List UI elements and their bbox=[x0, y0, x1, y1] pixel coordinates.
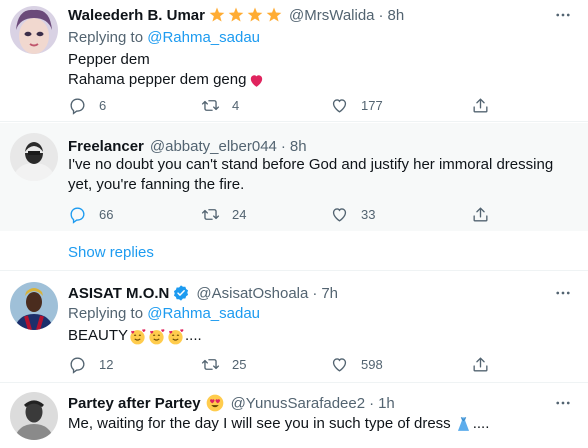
separator-dot: · bbox=[378, 6, 384, 24]
retweet-button[interactable]: 25 bbox=[201, 353, 246, 375]
user-handle[interactable]: @abbaty_elber044 bbox=[150, 138, 277, 155]
like-button[interactable]: 598 bbox=[330, 353, 383, 375]
retweet-button[interactable]: 4 bbox=[201, 94, 239, 116]
user-handle[interactable]: @MrsWalida bbox=[289, 7, 375, 24]
star-emojis bbox=[208, 6, 283, 24]
tweet-text-ellipsis: .... bbox=[185, 327, 202, 344]
retweet-icon bbox=[201, 358, 220, 370]
tweet-header: ASISAT M.O.N @AsisatOshoala · 7h bbox=[68, 282, 548, 304]
heart-emoji-icon bbox=[251, 74, 263, 87]
share-icon bbox=[473, 206, 488, 222]
retweet-count: 25 bbox=[232, 356, 247, 372]
tweet-header: Waleederh B. Umar @MrsWalida · 8h bbox=[68, 4, 548, 26]
smiling-face-hearts-emoji-icon bbox=[130, 328, 146, 344]
reply-icon bbox=[70, 206, 85, 224]
display-name[interactable]: Waleederh B. Umar bbox=[68, 7, 205, 24]
verified-badge-icon bbox=[174, 285, 189, 301]
user-handle[interactable]: @YunusSarafadee2 bbox=[231, 395, 366, 412]
more-icon[interactable] bbox=[552, 282, 574, 304]
smiling-face-hearts-emoji-icon bbox=[168, 328, 184, 344]
tweet-text-word: BEAUTY bbox=[68, 327, 129, 344]
tweet-3[interactable]: ASISAT M.O.N @AsisatOshoala · 7h Replyin… bbox=[0, 271, 588, 383]
replying-to: Replying to @Rahma_sadau bbox=[68, 305, 260, 322]
tweet-text-line: I've no doubt you can't stand before God… bbox=[68, 156, 554, 173]
replying-to: Replying to @Rahma_sadau bbox=[68, 29, 260, 46]
tweet-2[interactable]: Freelancer @abbaty_elber044 · 8h I've no… bbox=[0, 123, 588, 231]
retweet-button[interactable]: 24 bbox=[201, 203, 246, 225]
tweet-text-ellipsis: .... bbox=[472, 415, 490, 432]
timestamp[interactable]: 1h bbox=[378, 395, 395, 412]
share-icon bbox=[473, 356, 488, 372]
like-count: 598 bbox=[361, 356, 383, 372]
display-name[interactable]: Freelancer bbox=[68, 138, 144, 155]
reply-count: 12 bbox=[99, 356, 114, 372]
timestamp[interactable]: 8h bbox=[290, 138, 307, 155]
tweet-4[interactable]: Partey after Partey @YunusSarafadee2 · 1… bbox=[0, 384, 588, 448]
heart-eyes-emoji-icon bbox=[206, 394, 223, 412]
dress-emoji-icon bbox=[457, 416, 469, 431]
tweet-actions: 66 24 33 bbox=[68, 203, 498, 225]
user-handle[interactable]: @AsisatOshoala bbox=[196, 285, 308, 302]
tweet-actions: 6 4 177 bbox=[68, 94, 498, 116]
retweet-count: 24 bbox=[232, 206, 247, 222]
share-button[interactable] bbox=[471, 203, 490, 225]
retweet-icon bbox=[201, 208, 220, 220]
like-icon bbox=[332, 98, 347, 113]
reply-icon bbox=[70, 97, 85, 115]
star-emoji-icon bbox=[209, 7, 225, 22]
share-button[interactable] bbox=[471, 353, 490, 375]
like-icon bbox=[332, 207, 347, 222]
reply-icon bbox=[70, 356, 85, 374]
star-emoji-icon bbox=[247, 7, 263, 22]
retweet-icon bbox=[201, 99, 220, 111]
replying-prefix: Replying to bbox=[68, 29, 148, 46]
tweet-text: BEAUTY .... bbox=[68, 326, 568, 346]
smiling-face-hearts-emoji-icon bbox=[149, 328, 165, 344]
star-emoji-icon bbox=[228, 7, 244, 22]
tweet-1[interactable]: Waleederh B. Umar @MrsWalida · 8h Replyi… bbox=[0, 0, 588, 122]
avatar[interactable] bbox=[10, 392, 58, 440]
like-button[interactable]: 33 bbox=[330, 203, 375, 225]
display-name[interactable]: Partey after Partey bbox=[68, 395, 201, 412]
reply-button[interactable]: 12 bbox=[68, 353, 113, 375]
share-icon bbox=[473, 97, 488, 113]
tweet-text-line: yet, you're fanning the fire. bbox=[68, 176, 245, 193]
reply-button[interactable]: 6 bbox=[68, 94, 106, 116]
tweet-header: Freelancer @abbaty_elber044 · 8h bbox=[68, 135, 548, 157]
avatar[interactable] bbox=[10, 133, 58, 181]
reply-count: 6 bbox=[99, 97, 107, 113]
avatar[interactable] bbox=[10, 282, 58, 330]
mention-link[interactable]: @Rahma_sadau bbox=[147, 305, 260, 322]
separator-dot: · bbox=[369, 394, 375, 412]
like-count: 33 bbox=[361, 206, 376, 222]
show-replies-link[interactable]: Show replies bbox=[68, 244, 154, 261]
timestamp[interactable]: 7h bbox=[321, 285, 338, 302]
like-button[interactable]: 177 bbox=[330, 94, 383, 116]
avatar[interactable] bbox=[10, 6, 58, 54]
timestamp[interactable]: 8h bbox=[388, 7, 405, 24]
tweet-actions: 12 25 598 bbox=[68, 353, 498, 375]
reply-button[interactable]: 66 bbox=[68, 203, 113, 225]
share-button[interactable] bbox=[471, 94, 490, 116]
tweet-text: Pepper dem Rahama pepper dem geng bbox=[68, 50, 568, 90]
replying-prefix: Replying to bbox=[68, 305, 148, 322]
tweet-text: I've no doubt you can't stand before God… bbox=[68, 155, 568, 195]
tweet-text-line: Pepper dem bbox=[68, 51, 150, 68]
more-icon[interactable] bbox=[552, 392, 574, 414]
tweet-text-line: Me, waiting for the day I will see you i… bbox=[68, 415, 451, 432]
separator-dot: · bbox=[280, 137, 286, 155]
mention-link[interactable]: @Rahma_sadau bbox=[147, 29, 260, 46]
tweet-text-line: Rahama pepper dem geng bbox=[68, 70, 568, 90]
like-icon bbox=[332, 357, 347, 372]
more-icon[interactable] bbox=[552, 4, 574, 26]
tweet-text: Me, waiting for the day I will see you i… bbox=[68, 414, 568, 434]
star-emoji-icon bbox=[266, 7, 282, 22]
display-name[interactable]: ASISAT M.O.N bbox=[68, 285, 169, 302]
reply-count: 66 bbox=[99, 206, 114, 222]
like-count: 177 bbox=[361, 97, 383, 113]
retweet-count: 4 bbox=[232, 97, 240, 113]
separator-dot: · bbox=[312, 284, 318, 302]
tweet-header: Partey after Partey @YunusSarafadee2 · 1… bbox=[68, 392, 548, 414]
